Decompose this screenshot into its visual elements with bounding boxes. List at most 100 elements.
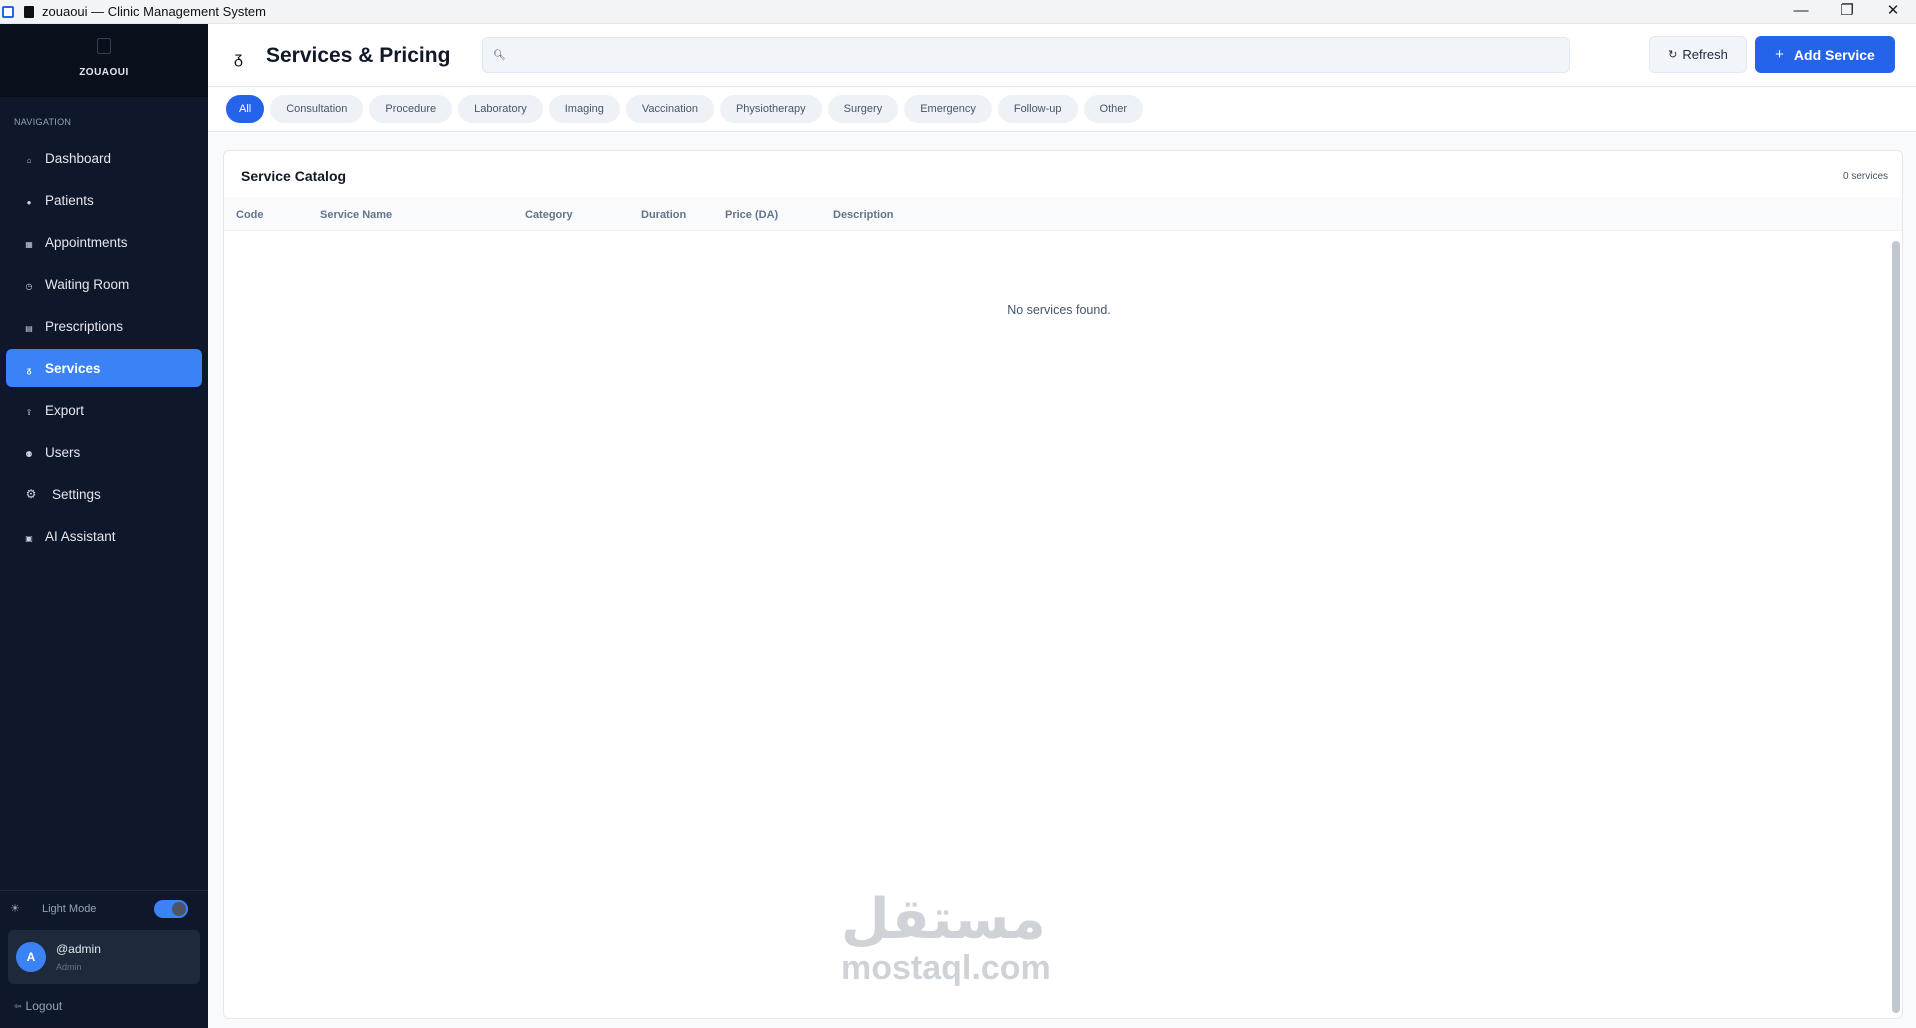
sidebar-item-label: Dashboard <box>45 150 112 166</box>
window-titlebar: zouaoui — Clinic Management System — ❐ ✕ <box>0 0 1916 24</box>
user-name: @admin <box>56 942 101 956</box>
sidebar-item-export[interactable]: ⇪ Export <box>6 391 202 429</box>
user-info: @admin Admin <box>56 942 101 972</box>
logout-button[interactable]: ⇦ Logout <box>0 984 208 1028</box>
watermark: مستقل mostaql.com <box>841 887 1051 987</box>
home-icon: ⌂ <box>26 155 32 165</box>
user-card[interactable]: A @admin Admin <box>8 930 200 984</box>
filter-chip-laboratory[interactable]: Laboratory <box>458 95 543 123</box>
brand-name: ZOUAOUI <box>79 67 129 78</box>
window-controls: — ❐ ✕ <box>1778 0 1916 24</box>
vertical-scrollbar[interactable] <box>1892 241 1900 1013</box>
person-icon: ● <box>26 197 32 207</box>
sidebar-item-label: Waiting Room <box>45 276 130 292</box>
service-catalog-card: Service Catalog 0 services Code Service … <box>223 150 1903 1019</box>
page-title: Services & Pricing <box>266 44 451 67</box>
stethoscope-icon: ᵹ <box>234 50 243 67</box>
refresh-button[interactable]: ↻ Refresh <box>1649 36 1747 73</box>
sidebar-item-label: Prescriptions <box>45 318 124 334</box>
filter-chip-emergency[interactable]: Emergency <box>904 95 992 123</box>
card-title: Service Catalog <box>241 168 347 184</box>
card-header: Service Catalog 0 services <box>224 151 1902 197</box>
sidebar-item-label: Services <box>45 360 101 376</box>
logo-icon <box>97 38 111 54</box>
logout-icon: ⇦ <box>14 1000 22 1011</box>
theme-label: Light Mode <box>42 902 97 915</box>
sidebar-nav: ⌂ Dashboard ● Patients ▦ Appointments ◷ Wait… <box>0 139 208 555</box>
clock-icon: ◷ <box>25 281 33 291</box>
users-icon: ⚉ <box>25 449 33 459</box>
main-content: ᵹ Services & Pricing 🔍︎ ↻ Refresh + Add … <box>208 24 1916 1028</box>
filter-chip-imaging[interactable]: Imaging <box>548 95 620 123</box>
search-box[interactable]: 🔍︎ <box>482 37 1570 73</box>
sidebar-item-patients[interactable]: ● Patients <box>6 181 202 219</box>
column-header-price[interactable]: Price (DA) <box>725 209 778 221</box>
sidebar-item-ai-assistant[interactable]: ▣ AI Assistant <box>6 517 202 555</box>
minimize-button[interactable]: — <box>1778 0 1824 24</box>
sidebar-item-label: Patients <box>45 192 94 208</box>
column-header-code[interactable]: Code <box>236 209 264 221</box>
filter-chip-other[interactable]: Other <box>1083 95 1144 123</box>
refresh-icon: ↻ <box>1668 49 1678 61</box>
filter-chip-procedure[interactable]: Procedure <box>369 95 453 123</box>
export-icon: ⇪ <box>25 407 33 417</box>
document-icon: ▤ <box>25 323 33 333</box>
user-role: Admin <box>56 962 82 972</box>
add-service-label: Add Service <box>1793 46 1875 63</box>
sidebar-footer: ☀ Light Mode A @admin Admin ⇦ Logout <box>0 890 208 1028</box>
sidebar-item-label: Users <box>45 444 81 460</box>
toggle-knob <box>172 901 186 916</box>
sidebar-item-label: AI Assistant <box>45 528 116 544</box>
sidebar-item-settings[interactable]: ⚙ Settings <box>6 475 202 513</box>
filter-chip-physiotherapy[interactable]: Physiotherapy <box>719 95 822 123</box>
filter-chip-surgery[interactable]: Surgery <box>827 95 899 123</box>
sidebar-item-dashboard[interactable]: ⌂ Dashboard <box>6 139 202 177</box>
sidebar-item-waiting-room[interactable]: ◷ Waiting Room <box>6 265 202 303</box>
watermark-arabic: مستقل <box>841 887 1046 952</box>
column-header-duration[interactable]: Duration <box>641 209 686 221</box>
filter-chip-consultation[interactable]: Consultation <box>270 95 364 123</box>
sidebar-item-users[interactable]: ⚉ Users <box>6 433 202 471</box>
app-icon <box>2 5 14 18</box>
column-header-service-name[interactable]: Service Name <box>320 209 392 221</box>
table-body: No services found. <box>224 231 1902 1018</box>
sidebar-item-prescriptions[interactable]: ▤ Prescriptions <box>6 307 202 345</box>
page-header: ᵹ Services & Pricing 🔍︎ ↻ Refresh + Add … <box>208 24 1916 87</box>
empty-state-message: No services found. <box>1007 303 1111 317</box>
plus-icon: + <box>1775 46 1784 63</box>
filter-chip-follow-up[interactable]: Follow-up <box>997 95 1078 123</box>
window-title: zouaoui — Clinic Management System <box>42 4 266 19</box>
gear-icon: ⚙ <box>25 487 37 501</box>
sidebar-item-appointments[interactable]: ▦ Appointments <box>6 223 202 261</box>
sidebar-item-services[interactable]: ᵹ Services <box>6 349 202 387</box>
sun-icon: ☀ <box>10 903 20 915</box>
refresh-label: Refresh <box>1682 47 1728 62</box>
sidebar-item-label: Export <box>45 402 85 418</box>
sidebar: ZOUAOUI NAVIGATION ⌂ Dashboard ● Patients … <box>0 24 208 1028</box>
brand: ZOUAOUI <box>0 24 208 97</box>
column-header-category[interactable]: Category <box>525 209 573 221</box>
nav-section-label: NAVIGATION <box>14 117 72 127</box>
sidebar-item-label: Settings <box>52 486 101 502</box>
search-icon: 🔍︎ <box>493 50 506 61</box>
theme-toggle[interactable] <box>154 899 188 918</box>
close-button[interactable]: ✕ <box>1870 0 1916 24</box>
stethoscope-icon: ᵹ <box>26 365 32 375</box>
column-header-description[interactable]: Description <box>833 209 894 221</box>
logout-label: Logout <box>25 999 63 1013</box>
theme-row: ☀ Light Mode <box>0 890 208 926</box>
category-filter-bar: All Consultation Procedure Laboratory Im… <box>208 87 1916 132</box>
filter-chip-all[interactable]: All <box>226 95 265 123</box>
sidebar-item-label: Appointments <box>45 234 128 250</box>
add-service-button[interactable]: + Add Service <box>1755 36 1895 73</box>
watermark-latin: mostaql.com <box>841 949 1051 987</box>
document-icon <box>24 5 34 18</box>
avatar: A <box>16 942 46 972</box>
maximize-button[interactable]: ❐ <box>1824 0 1870 24</box>
table-header: Code Service Name Category Duration Pric… <box>224 197 1902 231</box>
calendar-icon: ▦ <box>25 239 33 249</box>
robot-icon: ▣ <box>25 533 33 543</box>
services-count: 0 services <box>1842 171 1888 182</box>
filter-chip-vaccination[interactable]: Vaccination <box>625 95 714 123</box>
search-input[interactable] <box>511 38 1561 72</box>
